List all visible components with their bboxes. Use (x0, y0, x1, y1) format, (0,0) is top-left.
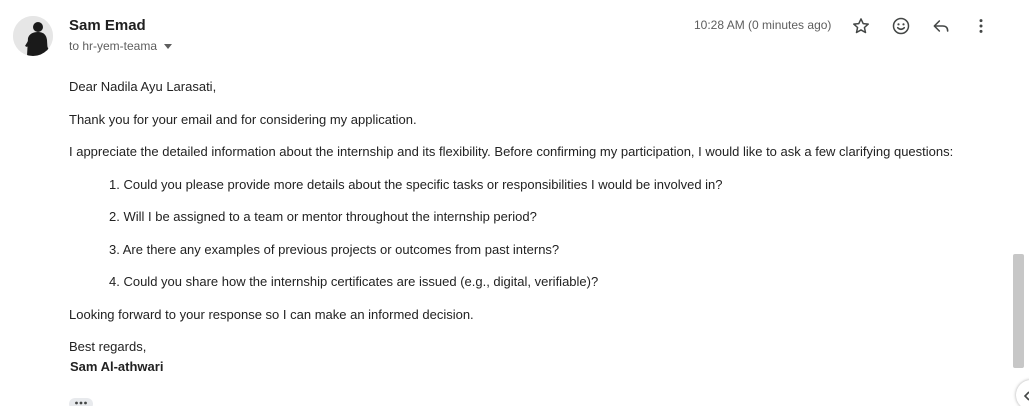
sender-name[interactable]: Sam Emad (69, 17, 146, 34)
ellipsis-icon (75, 401, 87, 405)
more-vert-icon (979, 19, 983, 33)
recipient-label: to hr-yem-teama (69, 39, 158, 53)
reply-icon (933, 20, 949, 32)
star-icon (853, 18, 869, 34)
closing-paragraph: Looking forward to your response so I ca… (69, 307, 474, 322)
question-item: 4. Could you share how the internship ce… (109, 274, 599, 289)
greeting-text: Dear Nadila Ayu Larasati, (69, 79, 217, 94)
caret-down-icon[interactable] (161, 39, 175, 53)
question-item: 1. Could you please provide more details… (109, 177, 723, 192)
emoji-icon (892, 17, 910, 35)
question-item: 2. Will I be assigned to a team or mento… (109, 209, 537, 224)
reply-button[interactable] (929, 14, 953, 38)
avatar[interactable] (13, 16, 53, 56)
email-message-view: Sam Emad to hr-yem-teama 10:28 AM (0 min… (0, 0, 1029, 406)
regards-text: Best regards, (69, 339, 147, 354)
more-options-button[interactable] (969, 14, 993, 38)
message-timestamp: 10:28 AM (0 minutes ago) (694, 18, 832, 32)
signature-name: Sam Al-athwari (70, 359, 164, 374)
scrollbar-thumb[interactable] (1013, 254, 1024, 368)
show-trimmed-content-button[interactable] (69, 398, 93, 406)
question-item: 3. Are there any examples of previous pr… (109, 242, 560, 257)
emoji-reaction-button[interactable] (889, 14, 913, 38)
chevron-left-icon (1023, 391, 1029, 401)
recipient-details-toggle[interactable]: to hr-yem-teama (69, 39, 175, 53)
intro-paragraph: I appreciate the detailed information ab… (69, 144, 954, 159)
star-button[interactable] (849, 14, 873, 38)
avatar-photo (13, 16, 53, 56)
thanks-paragraph: Thank you for your email and for conside… (69, 112, 417, 127)
